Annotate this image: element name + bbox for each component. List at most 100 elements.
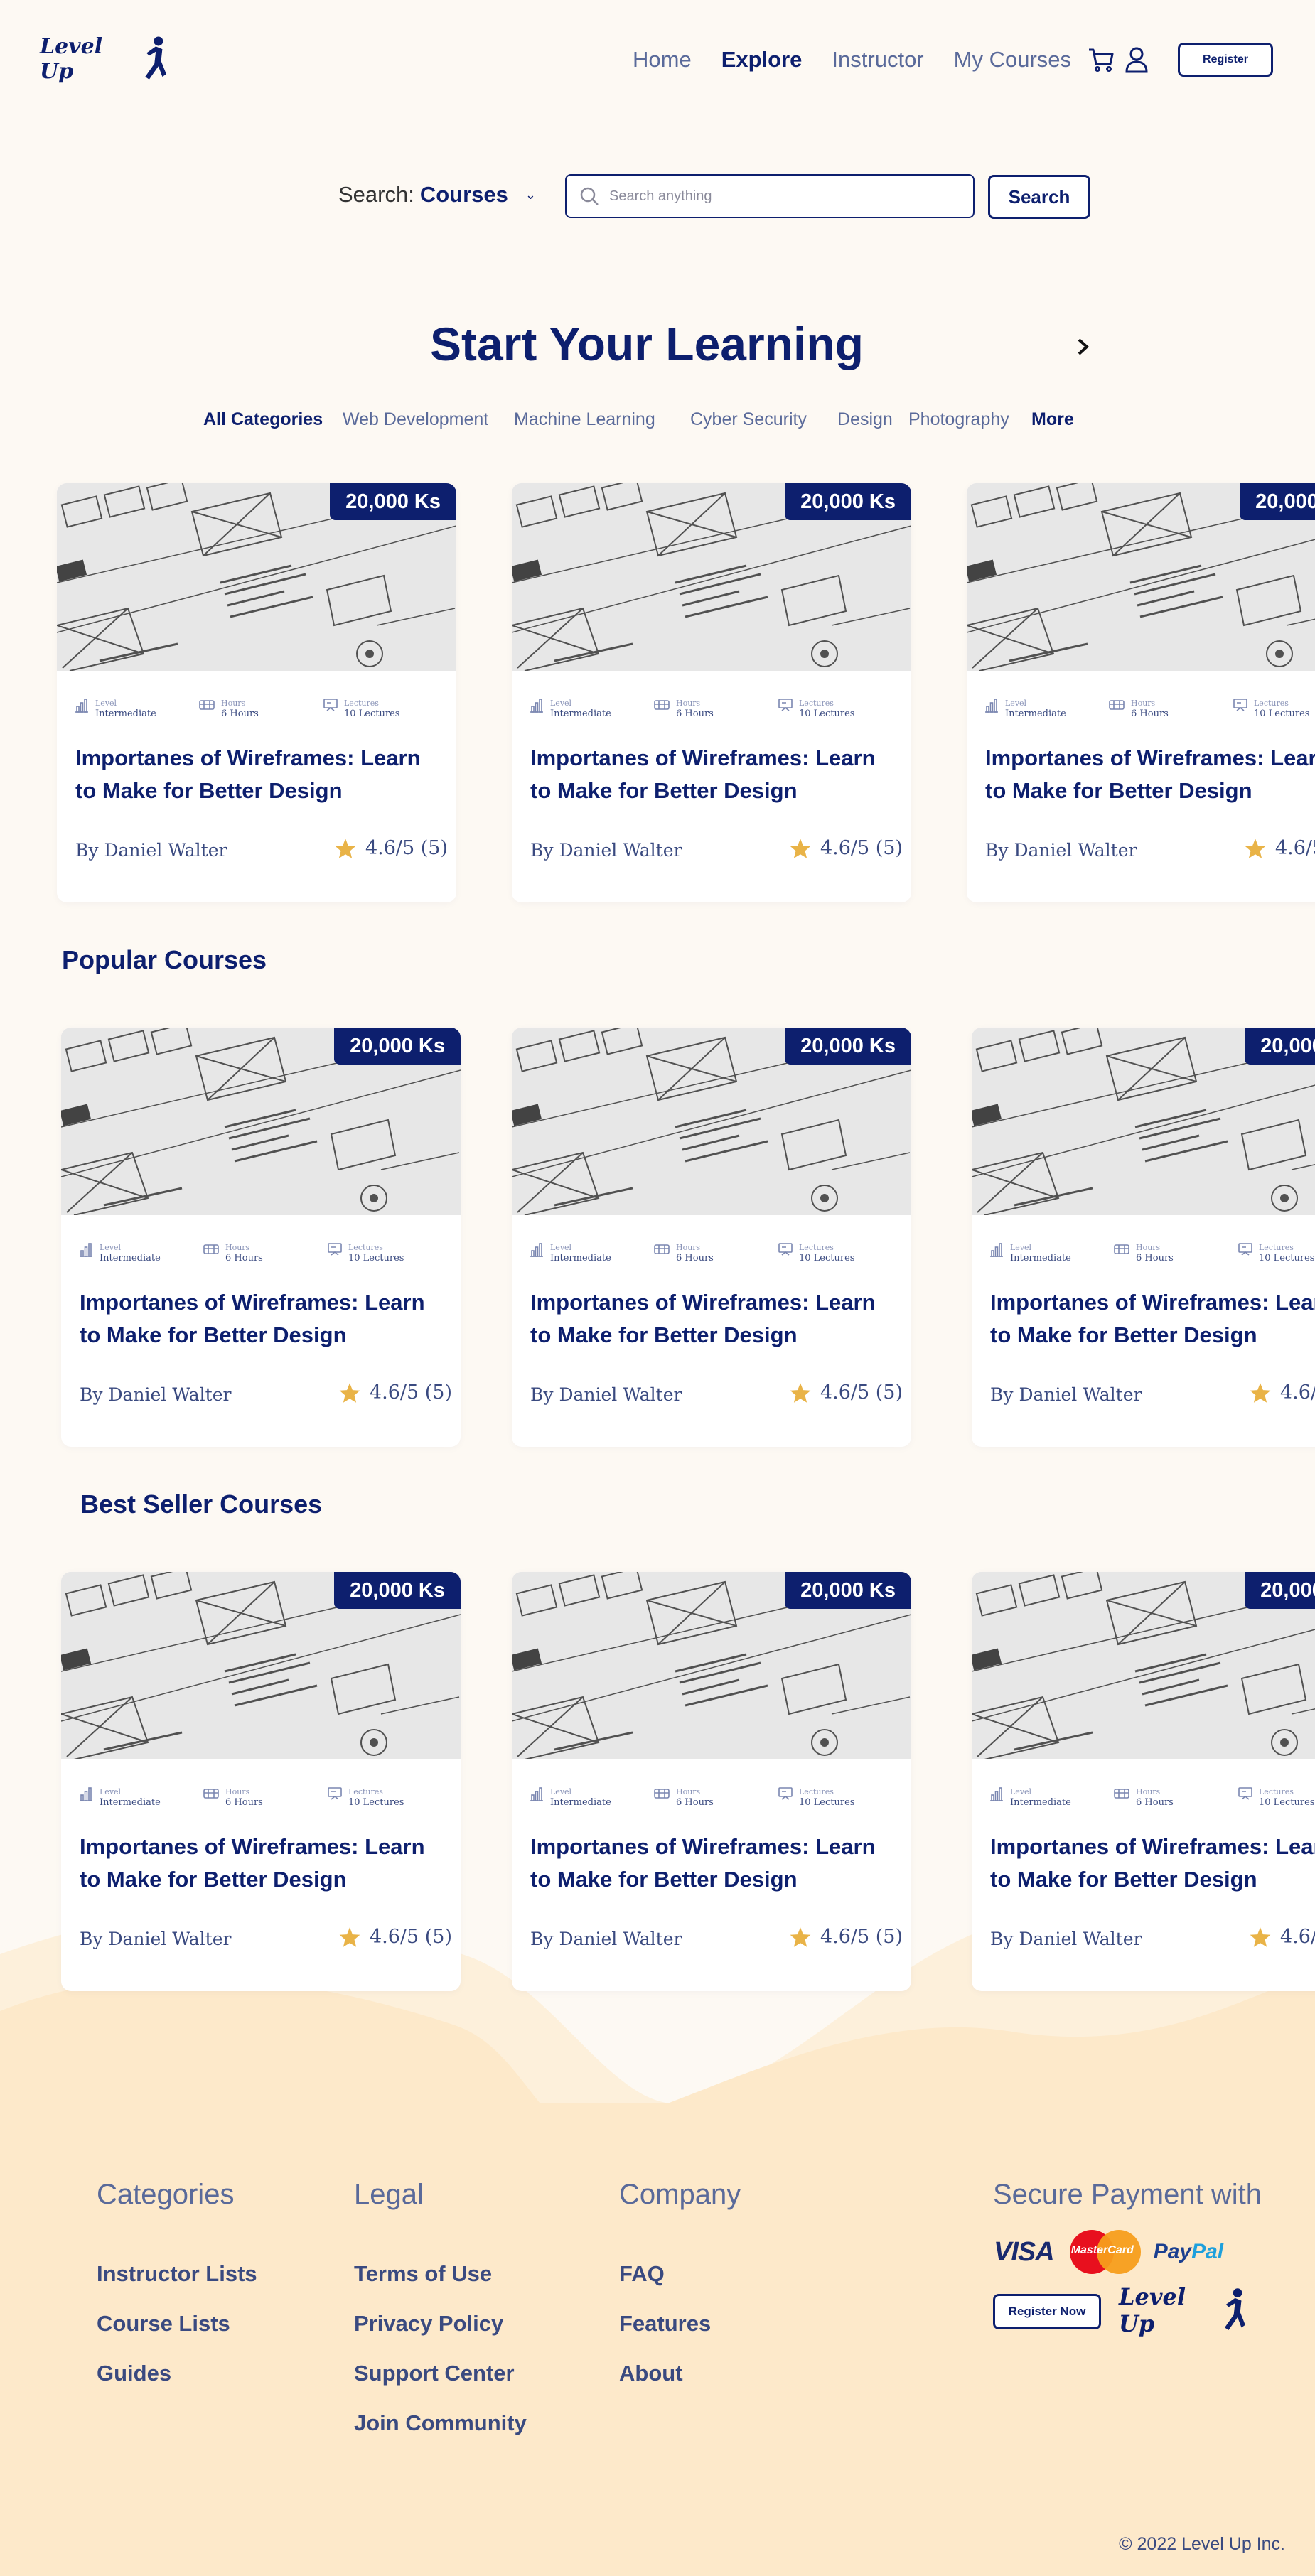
tab-web-development[interactable]: Web Development bbox=[343, 409, 488, 430]
course-meta: Level Intermediate Hours 6 Hours Lecture… bbox=[78, 1787, 448, 1808]
footer-logo-text: Level Up bbox=[1119, 2283, 1186, 2337]
register-button[interactable]: Register bbox=[1178, 43, 1273, 77]
course-author: By Daniel Walter bbox=[530, 1929, 682, 1949]
meta-level: Level Intermediate bbox=[78, 1242, 199, 1263]
star-icon bbox=[339, 1382, 360, 1403]
bar-chart-icon bbox=[990, 1787, 1003, 1801]
meta-lectures-value: 10 Lectures bbox=[1259, 1253, 1315, 1263]
course-title[interactable]: Importanes of Wireframes: Learn to Make … bbox=[75, 742, 445, 807]
course-card-start-learning[interactable]: 20,000 Ks Level Intermediate Hours 6 Hou… bbox=[512, 483, 911, 902]
footer-link-instructor-lists[interactable]: Instructor Lists bbox=[97, 2261, 257, 2287]
course-rating: 4.6/5 (5) bbox=[789, 837, 903, 859]
price-badge: 20,000 Ks bbox=[1240, 483, 1315, 520]
meta-level-label: Level bbox=[100, 1787, 122, 1796]
register-now-button[interactable]: Register Now bbox=[993, 2294, 1101, 2329]
footer-link-features[interactable]: Features bbox=[619, 2311, 711, 2337]
meta-hours-value: 6 Hours bbox=[676, 1797, 714, 1808]
course-card-start-learning[interactable]: 20,000 Ks Level Intermediate Hours 6 Hou… bbox=[57, 483, 456, 902]
meta-hours: Hours 6 Hours bbox=[198, 698, 319, 719]
meta-level-label: Level bbox=[1010, 1787, 1032, 1796]
footer-link-join-community[interactable]: Join Community bbox=[354, 2410, 527, 2436]
course-title[interactable]: Importanes of Wireframes: Learn to Make … bbox=[530, 1831, 900, 1896]
course-title[interactable]: Importanes of Wireframes: Learn to Make … bbox=[80, 1831, 449, 1896]
star-icon bbox=[790, 838, 811, 858]
course-rating: 4.6/5 (5) bbox=[789, 1381, 903, 1403]
tab-cyber-security[interactable]: Cyber Security bbox=[690, 409, 807, 430]
course-title[interactable]: Importanes of Wireframes: Learn to Make … bbox=[530, 1286, 900, 1352]
course-meta: Level Intermediate Hours 6 Hours Lecture… bbox=[529, 698, 898, 719]
meta-hours: Hours 6 Hours bbox=[203, 1787, 323, 1808]
search-label: Search: bbox=[338, 182, 414, 207]
search-button[interactable]: Search bbox=[988, 175, 1090, 219]
user-icon[interactable] bbox=[1121, 44, 1152, 75]
footer-link-about[interactable]: About bbox=[619, 2361, 683, 2386]
bar-chart-icon bbox=[530, 699, 543, 713]
cart-icon[interactable] bbox=[1085, 44, 1117, 75]
tab-machine-learning[interactable]: Machine Learning bbox=[514, 409, 655, 430]
footer-company-title: Company bbox=[619, 2179, 741, 2210]
search-scope-select[interactable]: Search: Courses ⌄ bbox=[338, 182, 536, 208]
tab-all-categories[interactable]: All Categories bbox=[203, 409, 323, 430]
meta-lectures: Lectures 10 Lectures bbox=[1233, 698, 1315, 719]
lectures-icon bbox=[778, 1787, 793, 1800]
bar-chart-icon bbox=[75, 699, 88, 713]
footer-link-privacy-policy[interactable]: Privacy Policy bbox=[354, 2311, 503, 2337]
footer-link-faq[interactable]: FAQ bbox=[619, 2261, 665, 2287]
logo[interactable]: Level Up bbox=[40, 30, 168, 88]
course-card-best-seller[interactable]: 20,000 Ks Level Intermediate Hours 6 Hou… bbox=[972, 1572, 1315, 1991]
nav-explore[interactable]: Explore bbox=[721, 47, 803, 72]
runner-icon bbox=[1225, 2288, 1246, 2330]
course-card-start-learning[interactable]: 20,000 Ks Level Intermediate Hours 6 Hou… bbox=[967, 483, 1315, 902]
course-title[interactable]: Importanes of Wireframes: Learn to Make … bbox=[80, 1286, 449, 1352]
course-card-popular[interactable]: 20,000 Ks Level Intermediate Hours 6 Hou… bbox=[512, 1028, 911, 1447]
search-scope-value: Courses bbox=[419, 182, 508, 207]
tab-more[interactable]: More bbox=[1031, 409, 1074, 430]
star-icon bbox=[1245, 838, 1266, 858]
meta-hours-value: 6 Hours bbox=[1136, 1797, 1174, 1808]
course-meta: Level Intermediate Hours 6 Hours Lecture… bbox=[989, 1787, 1315, 1808]
course-meta: Level Intermediate Hours 6 Hours Lecture… bbox=[529, 1242, 898, 1263]
mastercard-logo: MasterCard bbox=[1069, 2230, 1141, 2274]
meta-lectures-label: Lectures bbox=[1259, 1243, 1294, 1252]
footer-link-support-center[interactable]: Support Center bbox=[354, 2361, 515, 2386]
next-arrow-icon[interactable] bbox=[1069, 333, 1097, 361]
meta-hours-label: Hours bbox=[225, 1787, 250, 1796]
meta-hours-label: Hours bbox=[1131, 699, 1156, 708]
tab-photography[interactable]: Photography bbox=[908, 409, 1009, 430]
runner-icon bbox=[145, 36, 167, 80]
course-card-best-seller[interactable]: 20,000 Ks Level Intermediate Hours 6 Hou… bbox=[512, 1572, 911, 1991]
course-rating: 4.6/5 (5) bbox=[338, 1926, 452, 1948]
hours-icon bbox=[1114, 1789, 1129, 1799]
course-author: By Daniel Walter bbox=[990, 1929, 1142, 1949]
course-title[interactable]: Importanes of Wireframes: Learn to Make … bbox=[990, 1831, 1315, 1896]
course-rating-value: 4.6/5 (5) bbox=[1279, 1381, 1315, 1403]
lectures-icon bbox=[323, 699, 338, 711]
hours-icon bbox=[203, 1244, 219, 1254]
course-card-popular[interactable]: 20,000 Ks Level Intermediate Hours 6 Hou… bbox=[972, 1028, 1315, 1447]
meta-level: Level Intermediate bbox=[529, 1787, 650, 1808]
course-title[interactable]: Importanes of Wireframes: Learn to Make … bbox=[990, 1286, 1315, 1352]
meta-level-value: Intermediate bbox=[100, 1797, 161, 1808]
nav-my-courses[interactable]: My Courses bbox=[954, 47, 1071, 72]
meta-level-label: Level bbox=[1010, 1243, 1032, 1252]
nav-home[interactable]: Home bbox=[633, 47, 692, 72]
tab-design[interactable]: Design bbox=[837, 409, 893, 430]
meta-lectures: Lectures 10 Lectures bbox=[1238, 1787, 1315, 1808]
meta-hours-label: Hours bbox=[676, 1243, 701, 1252]
meta-lectures: Lectures 10 Lectures bbox=[323, 698, 444, 719]
meta-lectures-value: 10 Lectures bbox=[1254, 708, 1310, 719]
course-card-popular[interactable]: 20,000 Ks Level Intermediate Hours 6 Hou… bbox=[61, 1028, 461, 1447]
footer-link-guides[interactable]: Guides bbox=[97, 2361, 171, 2386]
footer-link-terms-of-use[interactable]: Terms of Use bbox=[354, 2261, 492, 2287]
meta-lectures-label: Lectures bbox=[799, 699, 834, 708]
lectures-icon bbox=[1238, 1787, 1252, 1800]
footer-link-course-lists[interactable]: Course Lists bbox=[97, 2311, 230, 2337]
course-title[interactable]: Importanes of Wireframes: Learn to Make … bbox=[530, 742, 900, 807]
course-card-best-seller[interactable]: 20,000 Ks Level Intermediate Hours 6 Hou… bbox=[61, 1572, 461, 1991]
search-input[interactable] bbox=[609, 188, 950, 205]
course-title[interactable]: Importanes of Wireframes: Learn to Make … bbox=[985, 742, 1315, 807]
footer-logo[interactable]: Level Up bbox=[1119, 2281, 1247, 2339]
meta-level: Level Intermediate bbox=[529, 698, 650, 719]
meta-lectures-value: 10 Lectures bbox=[344, 708, 400, 719]
nav-instructor[interactable]: Instructor bbox=[832, 47, 923, 72]
